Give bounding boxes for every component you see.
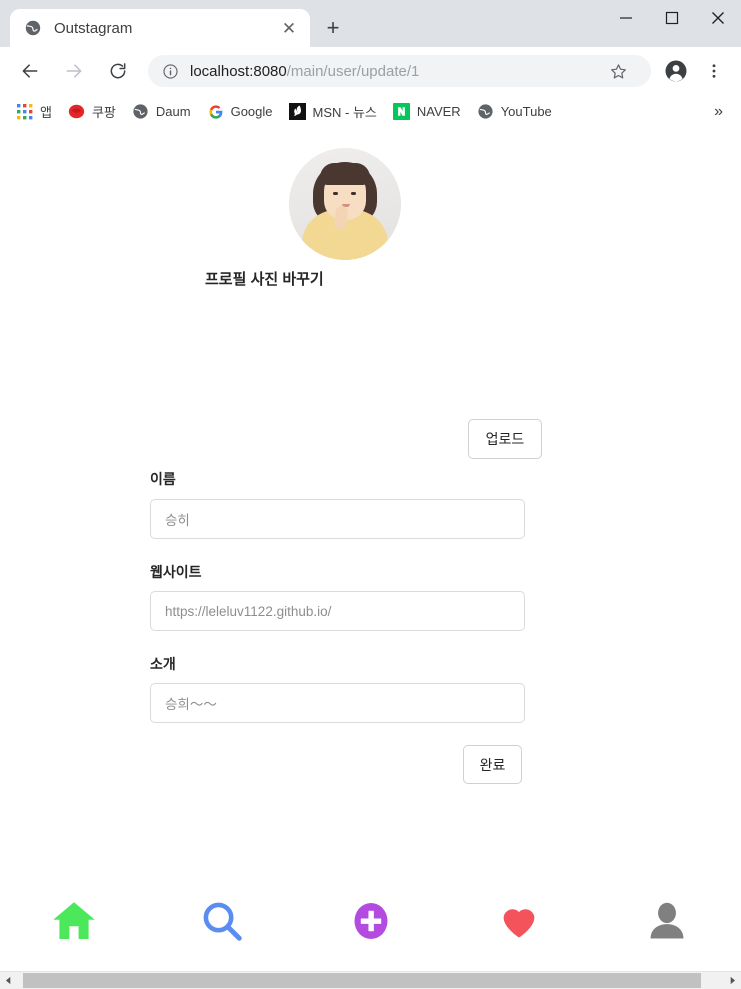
profile-edit-page: 프로필 사진 바꾸기 업로드 이름 승히 웹사이트 https://lelelu… [0, 129, 741, 960]
bookmark-label: YouTube [500, 104, 552, 119]
url-path: /main/user/update/1 [286, 62, 420, 80]
bookmark-label: NAVER [416, 104, 461, 119]
upload-button[interactable]: 업로드 [468, 419, 542, 459]
bookmark-label: 쿠팡 [91, 105, 116, 120]
website-input[interactable]: https://leleluv1122.github.io/ [150, 591, 525, 631]
search-icon [199, 898, 245, 949]
reload-button[interactable] [101, 54, 135, 88]
home-icon [50, 897, 98, 950]
plus-circle-icon [353, 901, 389, 946]
new-tab-button[interactable]: + [318, 13, 348, 43]
bookmark-apps[interactable]: 앱 [8, 99, 60, 125]
scrollbar-track[interactable] [17, 972, 724, 989]
back-button[interactable] [13, 54, 47, 88]
bookmark-daum[interactable]: Daum [124, 99, 199, 125]
window-controls [603, 0, 741, 36]
bottom-navigation [0, 886, 741, 960]
globe-icon [24, 19, 42, 37]
info-icon[interactable] [162, 63, 179, 80]
close-icon[interactable]: ✕ [278, 17, 300, 39]
bookmarks-overflow-button[interactable]: » [704, 103, 733, 121]
bookmark-msn[interactable]: MSN - 뉴스 [281, 99, 385, 125]
nav-add-post-button[interactable] [296, 886, 444, 960]
browser-toolbar: localhost:8080/main/user/update/1 [0, 47, 741, 95]
name-field-label: 이름 [150, 471, 176, 487]
bookmark-label: 앱 [40, 105, 52, 120]
bookmark-youtube[interactable]: YouTube [469, 99, 560, 125]
google-g-icon [207, 103, 225, 121]
address-bar[interactable]: localhost:8080/main/user/update/1 [148, 55, 651, 87]
nav-home-button[interactable] [0, 886, 148, 960]
msn-icon [289, 103, 307, 121]
bookmark-label: Daum [155, 104, 191, 119]
scrollbar-thumb[interactable] [23, 973, 701, 988]
globe-icon [477, 103, 495, 121]
browser-window: Outstagram ✕ + localhost:8080/main/user/… [0, 0, 741, 989]
url-host: localhost:8080 [190, 62, 287, 80]
account-icon[interactable] [660, 55, 692, 87]
address-bar-text: localhost:8080/main/user/update/1 [190, 63, 603, 80]
horizontal-scrollbar[interactable] [0, 971, 741, 989]
maximize-button[interactable] [649, 0, 695, 36]
tab-title: Outstagram [54, 19, 133, 37]
change-photo-label: 프로필 사진 바꾸기 [205, 271, 324, 288]
minimize-button[interactable] [603, 0, 649, 36]
globe-icon [132, 103, 150, 121]
heart-icon [497, 899, 541, 948]
name-input[interactable]: 승히 [150, 499, 525, 539]
bookmark-label: MSN - 뉴스 [312, 105, 377, 120]
nav-activity-button[interactable] [445, 886, 593, 960]
profile-photo [289, 148, 401, 260]
bio-field-label: 소개 [150, 656, 176, 672]
bookmark-google[interactable]: Google [199, 99, 281, 125]
scroll-left-arrow[interactable] [0, 972, 17, 989]
bookmarks-bar: 앱 쿠팡 Daum Google MSN - 뉴스 NAVER YouTube … [0, 95, 741, 129]
browser-tab[interactable]: Outstagram ✕ [10, 9, 310, 47]
forward-button[interactable] [57, 54, 91, 88]
bookmark-naver[interactable]: NAVER [385, 99, 469, 125]
submit-button[interactable]: 완료 [463, 745, 522, 784]
bookmark-label: Google [230, 104, 273, 119]
bio-input[interactable]: 승희〜〜 [150, 683, 525, 723]
three-dot-menu-icon[interactable] [698, 55, 730, 87]
close-button[interactable] [695, 0, 741, 36]
scroll-right-arrow[interactable] [724, 972, 741, 989]
avatar[interactable] [289, 148, 401, 260]
bookmark-coupang[interactable]: 쿠팡 [60, 99, 124, 125]
nav-search-button[interactable] [148, 886, 296, 960]
person-icon [646, 899, 688, 948]
page-viewport: 프로필 사진 바꾸기 업로드 이름 승히 웹사이트 https://lelelu… [0, 129, 741, 971]
nav-profile-button[interactable] [593, 886, 741, 960]
apps-grid-icon [16, 103, 34, 121]
website-field-label: 웹사이트 [150, 564, 202, 580]
title-bar: Outstagram ✕ + [0, 0, 741, 47]
star-icon[interactable] [603, 56, 633, 86]
naver-n-icon [393, 103, 411, 121]
coupang-icon [68, 103, 86, 121]
